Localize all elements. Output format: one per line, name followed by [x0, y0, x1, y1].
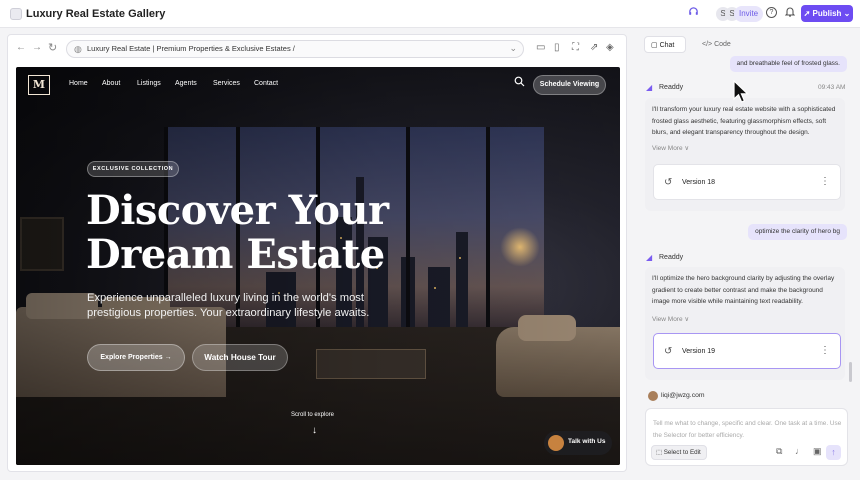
version-label: Version 19: [682, 348, 716, 355]
chevron-down-icon[interactable]: ⌄: [509, 43, 517, 54]
user-message: and breathable feel of frosted glass.: [729, 56, 847, 72]
talk-with-us-button[interactable]: Talk with Us: [544, 431, 612, 455]
readdy-logo-icon: ◢: [646, 253, 653, 262]
tab-chat[interactable]: ▢ Chat: [644, 36, 686, 53]
open-external-icon[interactable]: ⇗: [590, 42, 598, 53]
project-title[interactable]: Luxury Real Estate Gallery: [26, 8, 165, 20]
tab-code[interactable]: </> Code: [694, 36, 734, 53]
forward-arrow-icon[interactable]: →: [32, 42, 42, 53]
rocket-icon: ➚: [803, 9, 813, 18]
kebab-menu-icon[interactable]: ⋮: [820, 176, 830, 187]
talk-label: Talk with Us: [568, 438, 606, 445]
version-card[interactable]: ↺ Version 18 ⋮: [653, 164, 841, 200]
ai-message-card: I'll optimize the hero background clarit…: [645, 267, 845, 380]
desktop-view-icon[interactable]: ▭: [536, 42, 545, 53]
panel-tabs: ▢ Chat </> Code: [644, 36, 804, 54]
send-button[interactable]: ↑: [826, 445, 841, 460]
top-bar: Luxury Real Estate Gallery ··· S S Invit…: [0, 0, 860, 28]
agent-avatar: [548, 435, 564, 451]
ai-message-text: I'll optimize the hero background clarit…: [652, 275, 835, 306]
history-icon: ↺: [664, 177, 673, 188]
publish-label: Publish: [812, 9, 842, 18]
notification-bell-icon[interactable]: [784, 6, 796, 20]
nav-link-services[interactable]: Services: [213, 80, 240, 87]
search-icon[interactable]: [514, 76, 525, 90]
version-card[interactable]: ↺ Version 19 ⋮: [653, 333, 841, 369]
mobile-view-icon[interactable]: ▯: [554, 42, 560, 53]
nav-link-contact[interactable]: Contact: [254, 80, 278, 87]
tab-chat-label: Chat: [659, 42, 675, 49]
reload-icon[interactable]: ↻: [48, 41, 57, 54]
globe-icon: ◍: [74, 44, 82, 54]
history-icon: ↺: [664, 346, 673, 357]
ai-name: Readdy: [659, 254, 684, 261]
site-logo[interactable]: M: [28, 75, 50, 95]
microphone-icon[interactable]: ♩: [795, 446, 804, 456]
tab-code-label: Code: [714, 41, 731, 48]
nav-link-about[interactable]: About: [102, 80, 120, 87]
back-arrow-icon[interactable]: ←: [16, 42, 26, 53]
template-icon[interactable]: ⧉: [776, 446, 782, 457]
chat-bubble-icon: ▢: [651, 42, 660, 49]
image-upload-icon[interactable]: ▣: [813, 446, 822, 457]
ai-message-text: I'll transform your luxury real estate w…: [652, 106, 836, 137]
user-message: optimize the clarity of hero bg: [748, 224, 847, 240]
scroll-hint: Scroll to explore: [291, 412, 335, 418]
fullscreen-icon[interactable]: ⛶: [572, 42, 579, 53]
arrow-down-icon[interactable]: ↓: [312, 425, 317, 436]
more-options-icon[interactable]: ···: [106, 6, 120, 18]
hero-subtitle: Experience unparalleled luxury living in…: [87, 292, 370, 319]
publish-button[interactable]: ➚ Publish ⌄: [801, 5, 853, 22]
user-avatar: [648, 391, 658, 401]
invite-button[interactable]: Invite: [734, 6, 764, 22]
nav-link-listings[interactable]: Listings: [137, 80, 161, 87]
ai-name: Readdy: [659, 84, 684, 91]
view-more-link[interactable]: View More ∨: [652, 144, 689, 152]
code-icon: </>: [702, 41, 715, 48]
chat-scrollbar[interactable]: [849, 362, 852, 382]
support-headset-icon[interactable]: [688, 6, 699, 20]
explore-properties-button[interactable]: Explore Properties →: [87, 344, 185, 371]
user-email: liqi@jwzg.com: [661, 392, 705, 399]
app-icon: [10, 8, 22, 20]
selector-icon: ⬚: [656, 449, 664, 456]
collection-badge: EXCLUSIVE COLLECTION: [87, 161, 179, 177]
url-text: Luxury Real Estate | Premium Properties …: [87, 44, 295, 53]
help-icon[interactable]: ?: [766, 7, 777, 18]
message-composer[interactable]: Tell me what to change, specific and cle…: [645, 408, 848, 466]
chevron-down-icon: ⌄: [843, 9, 851, 18]
watch-house-tour-button[interactable]: Watch House Tour: [192, 344, 288, 371]
website-preview[interactable]: M Home About Listings Agents Services Co…: [16, 67, 620, 465]
readdy-logo-icon: ◢: [646, 83, 653, 92]
message-time: 09:43 AM: [818, 84, 846, 91]
composer-input[interactable]: Tell me what to change, specific and cle…: [653, 418, 843, 441]
nav-link-home[interactable]: Home: [69, 80, 88, 87]
browser-toolbar: ← → ↻ ◍ Luxury Real Estate | Premium Pro…: [8, 35, 628, 63]
kebab-menu-icon[interactable]: ⋮: [820, 345, 830, 356]
nav-link-agents[interactable]: Agents: [175, 80, 197, 87]
select-to-edit-button[interactable]: ⬚ Select to Edit: [651, 445, 707, 460]
hero-title-line: Discover Your: [86, 187, 389, 234]
ai-message-card: I'll transform your luxury real estate w…: [645, 98, 845, 211]
hero-title-line: Dream Estate: [86, 231, 385, 278]
version-label: Version 18: [682, 179, 716, 186]
schedule-viewing-button[interactable]: Schedule Viewing: [533, 75, 606, 95]
hero-title: Discover Your Dream Estate: [86, 189, 426, 277]
url-bar[interactable]: ◍ Luxury Real Estate | Premium Propertie…: [66, 40, 524, 58]
select-to-edit-label: Select to Edit: [663, 449, 701, 456]
figma-export-icon[interactable]: ◈: [606, 42, 614, 53]
view-more-link[interactable]: View More ∨: [652, 315, 689, 323]
preview-pane: ← → ↻ ◍ Luxury Real Estate | Premium Pro…: [7, 34, 627, 472]
